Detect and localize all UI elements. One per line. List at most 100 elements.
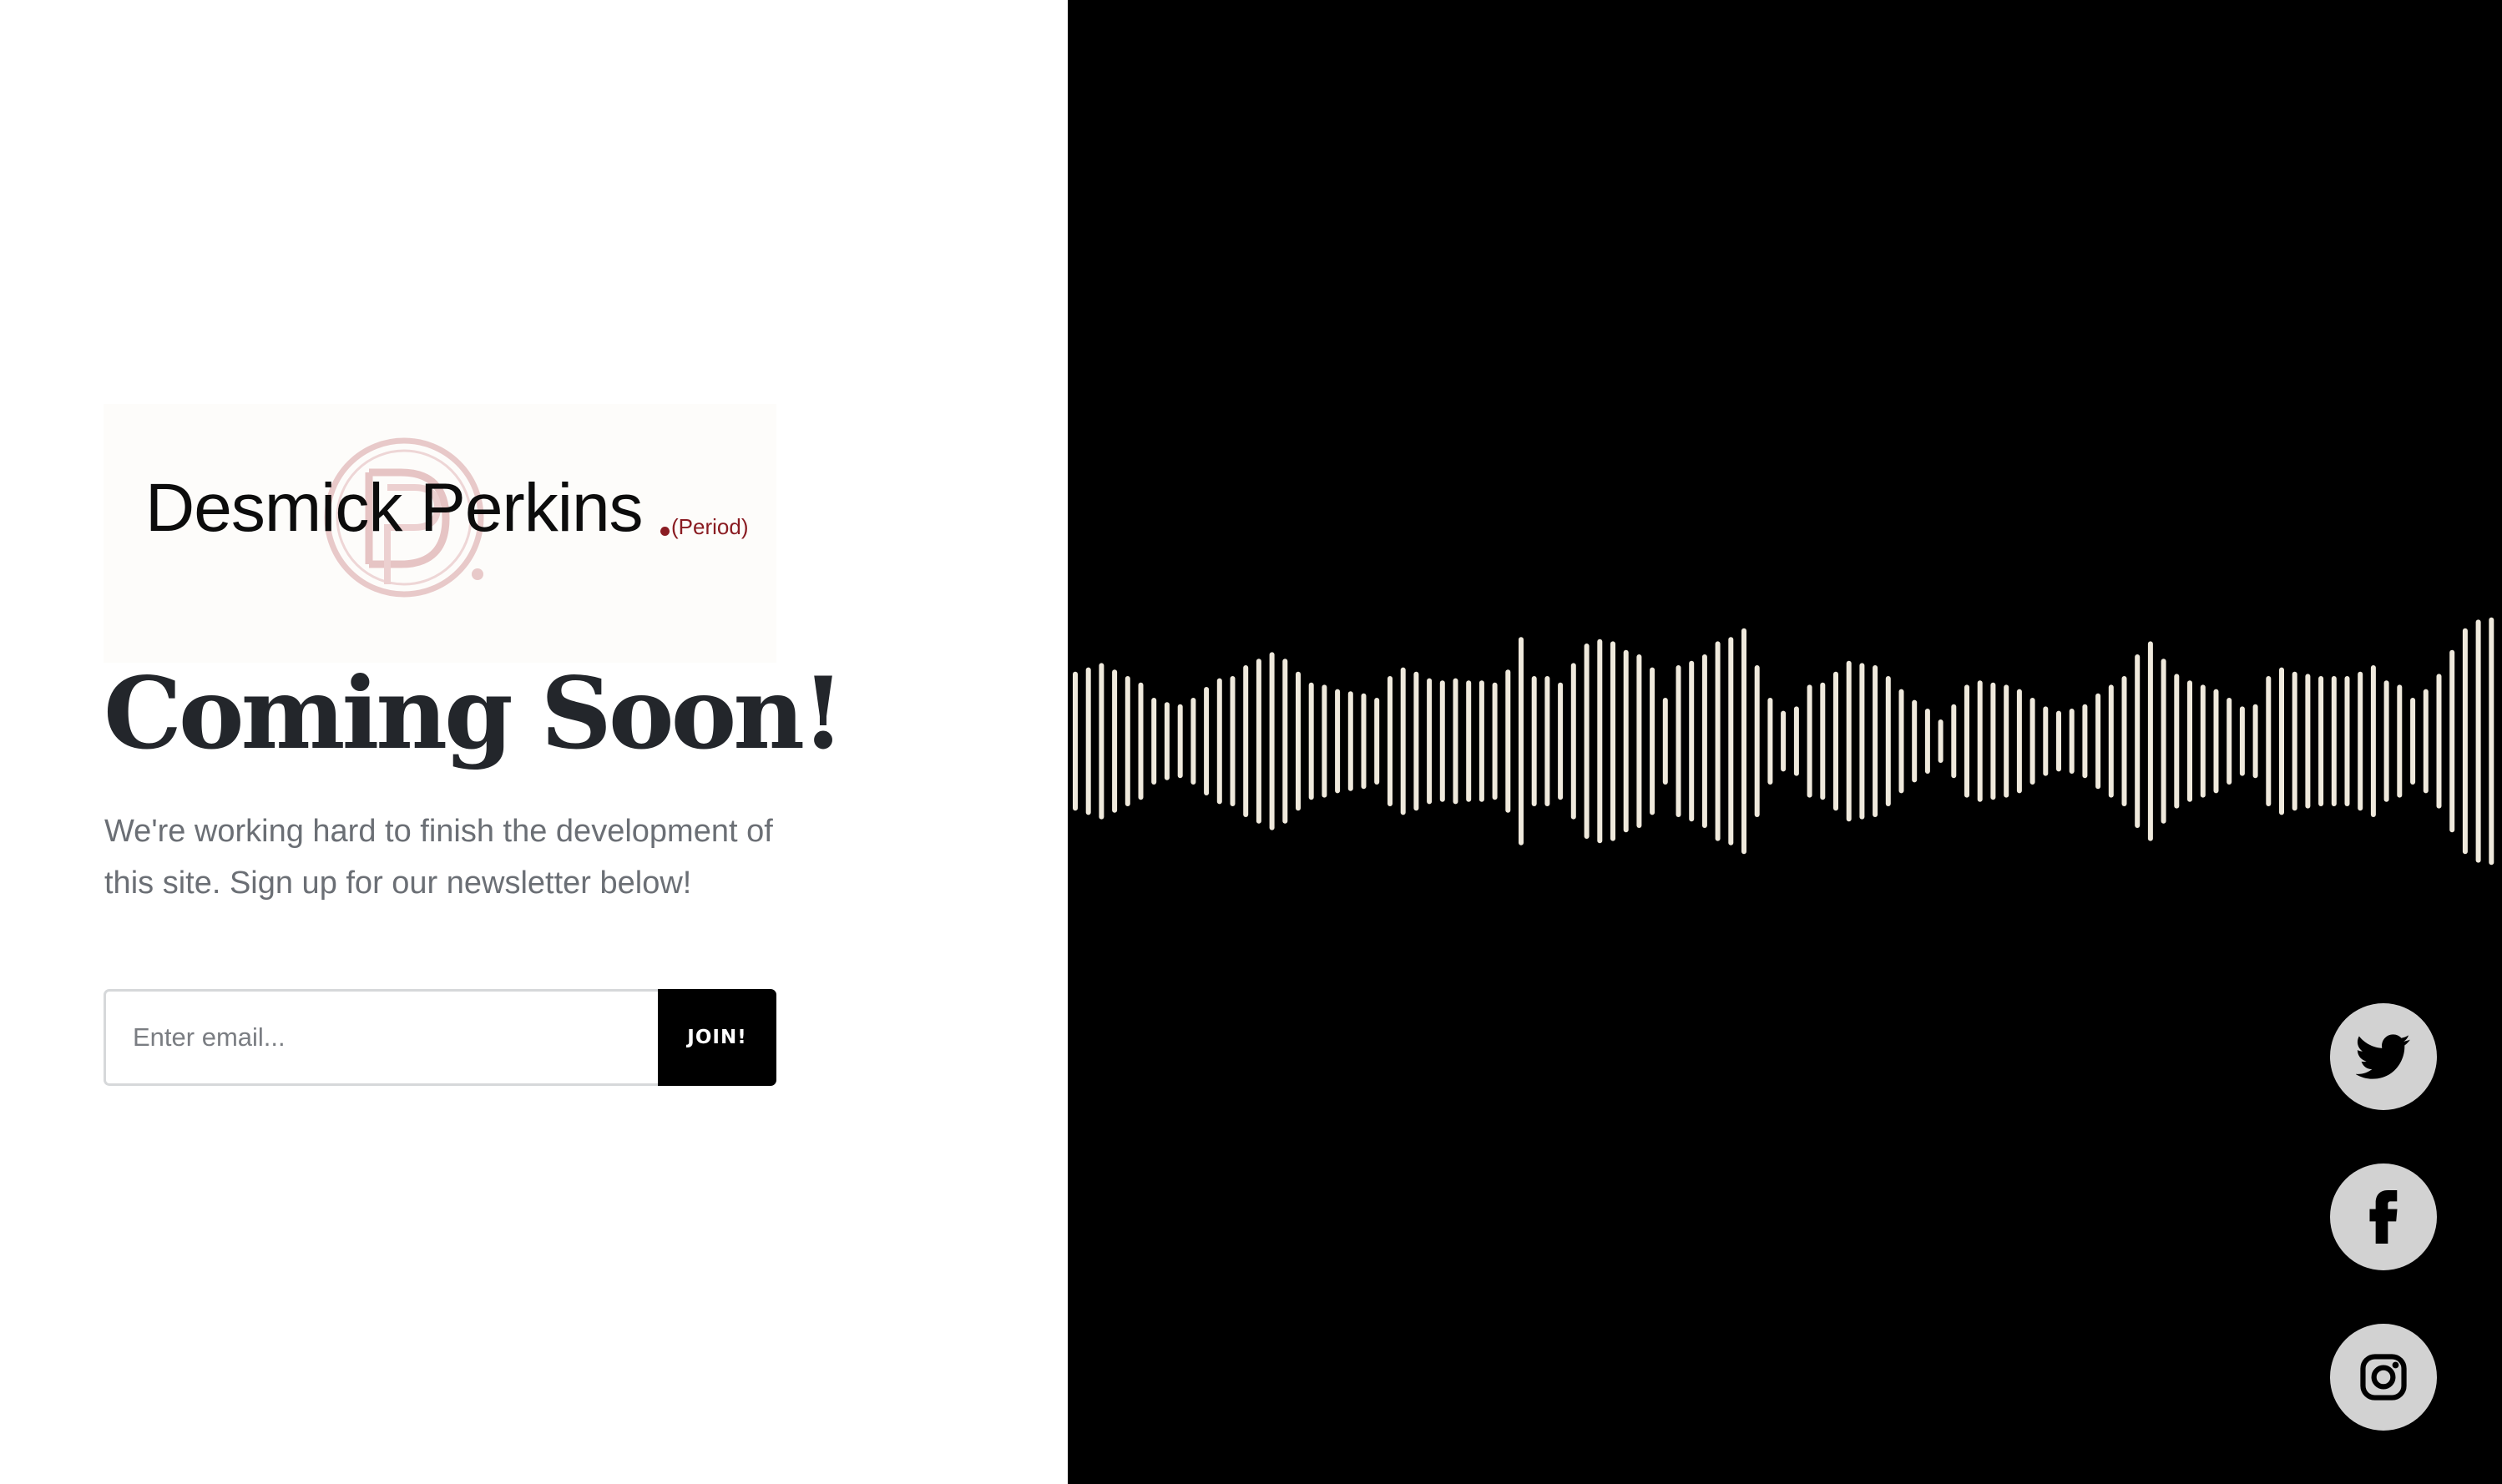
waveform-bar bbox=[1636, 654, 1642, 828]
waveform-bar bbox=[1204, 687, 1210, 795]
waveform-bar bbox=[1623, 649, 1629, 833]
waveform-bar bbox=[1898, 689, 1904, 794]
waveform-bar bbox=[1427, 678, 1433, 805]
waveform-bar bbox=[2358, 671, 2363, 811]
instagram-icon bbox=[2360, 1354, 2407, 1401]
brand-suffix: (Period) bbox=[671, 514, 749, 539]
waveform-bar bbox=[1413, 671, 1419, 811]
waveform-bar bbox=[2095, 693, 2101, 790]
waveform-bar bbox=[1531, 676, 1537, 806]
waveform-bar bbox=[1085, 667, 1091, 815]
waveform-bar bbox=[1964, 684, 1969, 798]
waveform-bar bbox=[1177, 704, 1183, 779]
waveform-bar bbox=[1701, 654, 1707, 828]
waveform-bar bbox=[1650, 667, 1655, 815]
waveform-bar bbox=[1282, 659, 1288, 824]
waveform-bar bbox=[2029, 698, 2035, 785]
waveform-bar bbox=[1439, 680, 1445, 802]
waveform-bar bbox=[1112, 669, 1118, 813]
waveform-bar bbox=[1151, 698, 1157, 785]
waveform-bar bbox=[1308, 682, 1314, 800]
audio-waveform bbox=[1073, 617, 2494, 866]
email-input[interactable] bbox=[104, 989, 658, 1086]
waveform-bar bbox=[1570, 663, 1576, 820]
waveform-bar bbox=[1859, 663, 1865, 820]
waveform-bar bbox=[1558, 682, 1564, 800]
waveform-bar bbox=[1924, 709, 1930, 774]
facebook-icon bbox=[2369, 1190, 2398, 1244]
waveform-bar bbox=[1977, 680, 1983, 802]
waveform-bar bbox=[1793, 706, 1799, 776]
waveform-bar bbox=[1938, 719, 1943, 763]
intro-text: We're working hard to finish the develop… bbox=[104, 814, 773, 901]
newsletter-form: JOIN! bbox=[104, 989, 776, 1086]
waveform-bar bbox=[1846, 660, 1852, 822]
waveform-bar bbox=[2462, 628, 2468, 855]
waveform-bar bbox=[1781, 710, 1787, 772]
twitter-link[interactable] bbox=[2330, 1003, 2437, 1110]
waveform-bar bbox=[1269, 652, 1275, 830]
waveform-bar bbox=[1190, 698, 1196, 785]
waveform-bar bbox=[2266, 676, 2272, 806]
waveform-bar bbox=[2489, 617, 2494, 866]
waveform-bar bbox=[2423, 689, 2429, 794]
waveform-bar bbox=[2475, 619, 2481, 863]
waveform-bar bbox=[1519, 637, 1524, 845]
waveform-bar bbox=[1374, 698, 1380, 785]
waveform-bar bbox=[1873, 665, 1878, 817]
waveform-bar bbox=[1951, 704, 1957, 779]
coming-soon-page: Desmick Perkins (Period) Coming Soon! We… bbox=[0, 0, 2502, 1484]
twitter-icon bbox=[2356, 1034, 2410, 1079]
waveform-bar bbox=[2016, 689, 2022, 794]
waveform-bar bbox=[1754, 665, 1760, 817]
waveform-bar bbox=[2318, 676, 2324, 806]
waveform-bar bbox=[2069, 709, 2075, 774]
waveform-bar bbox=[1138, 682, 1144, 800]
waveform-bar bbox=[1296, 671, 1301, 811]
join-button[interactable]: JOIN! bbox=[658, 989, 776, 1086]
waveform-bar bbox=[1833, 671, 1838, 811]
waveform-bar bbox=[2213, 689, 2219, 794]
waveform-bar bbox=[2410, 698, 2416, 785]
instagram-link[interactable] bbox=[2330, 1324, 2437, 1431]
waveform-bar bbox=[1990, 682, 1996, 800]
waveform-bar bbox=[2161, 659, 2166, 824]
waveform-bar bbox=[2056, 710, 2061, 772]
waveform-bar bbox=[1610, 641, 1615, 841]
waveform-bar bbox=[1243, 665, 1249, 817]
waveform-bar bbox=[1361, 693, 1367, 790]
waveform-bar bbox=[1662, 698, 1668, 785]
waveform-bar bbox=[2344, 676, 2350, 806]
waveform-bar bbox=[1347, 691, 1353, 791]
waveform-bar bbox=[2252, 704, 2258, 779]
waveform-bar bbox=[1466, 680, 1472, 802]
waveform-bar bbox=[2082, 704, 2088, 779]
waveform-bar bbox=[2187, 680, 2192, 802]
waveform-bar bbox=[2397, 684, 2403, 798]
waveform-bar bbox=[1322, 684, 1327, 798]
waveform-bar bbox=[1505, 669, 1511, 813]
waveform-bar bbox=[2227, 698, 2232, 785]
waveform-bar bbox=[2121, 676, 2127, 806]
waveform-bar bbox=[2108, 684, 2114, 798]
waveform-bar bbox=[2370, 665, 2376, 817]
waveform-bar bbox=[2449, 649, 2455, 833]
waveform-bar bbox=[1073, 671, 1078, 811]
waveform-bar bbox=[2279, 667, 2284, 815]
waveform-bar bbox=[2436, 674, 2442, 809]
waveform-bar bbox=[1741, 628, 1746, 855]
waveform-bar bbox=[1676, 665, 1681, 817]
waveform-bar bbox=[1099, 663, 1104, 820]
waveform-bar bbox=[1216, 678, 1222, 805]
facebook-link[interactable] bbox=[2330, 1163, 2437, 1270]
waveform-bar bbox=[1335, 689, 1341, 794]
brand-dot bbox=[660, 527, 670, 536]
waveform-bar bbox=[2174, 674, 2180, 809]
waveform-bar bbox=[1584, 644, 1590, 839]
waveform-bar bbox=[1715, 641, 1721, 841]
waveform-bar bbox=[1912, 699, 1918, 783]
waveform-bar bbox=[1807, 684, 1812, 798]
left-panel: Desmick Perkins (Period) Coming Soon! We… bbox=[0, 0, 1068, 1484]
social-links bbox=[2330, 1003, 2437, 1484]
waveform-bar bbox=[2135, 654, 2141, 828]
